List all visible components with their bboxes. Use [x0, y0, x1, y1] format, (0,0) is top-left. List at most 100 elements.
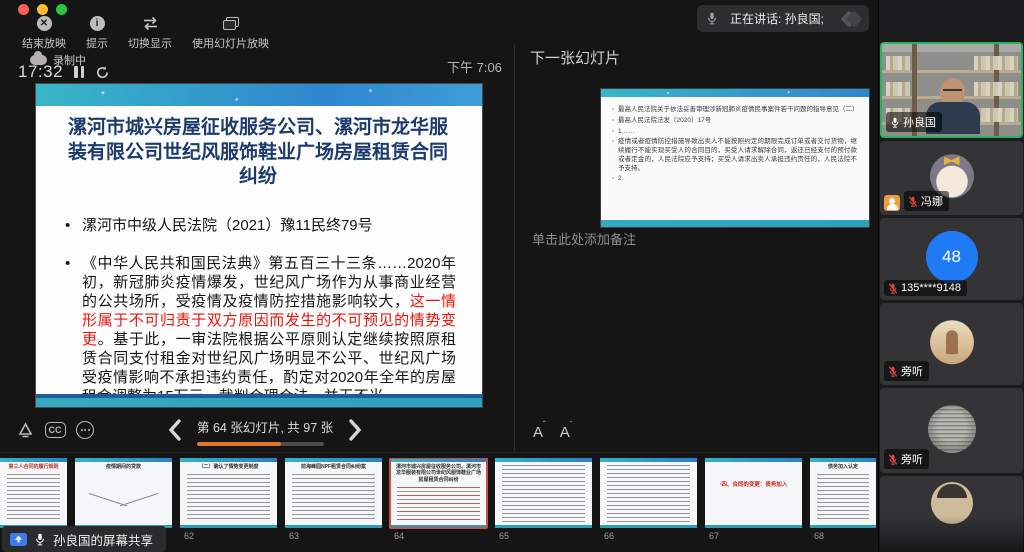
pause-recording-button[interactable]: [74, 66, 84, 78]
thumb-footer-bar: [390, 525, 487, 528]
filmstrip-thumbnail[interactable]: [495, 458, 592, 528]
filmstrip-thumbnail[interactable]: 漯河市城兴房屋征收服务公司、漯河市龙华服装有限公司世纪风服饰鞋业广场房屋租赁合同…: [390, 458, 487, 528]
thumb-slide-number: 63: [289, 531, 382, 541]
host-badge-icon: [884, 195, 900, 211]
filmstrip-thumbnail[interactable]: 第三人合同的履行规则: [0, 458, 67, 528]
filmstrip-item: 债务加入认定 68: [810, 458, 876, 541]
microphone-on-icon: [890, 117, 900, 128]
thumb-footer-bar: [285, 525, 382, 528]
swap-arrows-icon: [142, 15, 159, 32]
font-decrease-button[interactable]: Aˉ: [560, 424, 573, 441]
participant-name-pill: 旁听: [884, 361, 929, 381]
presenter-tools: CC: [14, 419, 96, 441]
notes-input[interactable]: 单击此处添加备注: [532, 229, 636, 248]
subtitles-button[interactable]: CC: [44, 419, 66, 441]
preview-footer-bar: [601, 220, 869, 227]
thumb-text-lines: [187, 474, 270, 522]
tips-button[interactable]: i 提示: [86, 15, 108, 51]
thumb-text-lines: [292, 474, 375, 522]
filmstrip-thumbnail[interactable]: ·四、合同的变更：债务加入: [705, 458, 802, 528]
use-slideshow-button[interactable]: 使用幻灯片放映: [192, 15, 269, 51]
next-slide-button[interactable]: [349, 419, 362, 441]
previous-slide-button[interactable]: [168, 419, 181, 441]
filmstrip-divider: [0, 452, 878, 453]
zoom-window-button[interactable]: [56, 4, 67, 15]
restart-recording-button[interactable]: [95, 65, 110, 80]
participant-tile[interactable]: 旁听: [880, 388, 1023, 473]
preview-bullet: 1……: [610, 128, 857, 137]
avatar: [928, 405, 976, 453]
thumb-text-lines: [607, 465, 690, 522]
font-increase-button[interactable]: Aˆ: [533, 424, 546, 441]
filmstrip-item: 65: [495, 458, 592, 541]
font-increase-mark: ˆ: [543, 420, 546, 429]
recording-timer-row: 17:32: [18, 62, 110, 82]
screen-share-indicator[interactable]: 孙良国的屏幕共享: [2, 526, 166, 552]
minimize-window-button[interactable]: [37, 4, 48, 15]
close-window-button[interactable]: [18, 4, 29, 15]
participant-tile[interactable]: 48 135****9148: [880, 218, 1023, 300]
end-show-button[interactable]: ✕ 结束放映: [22, 15, 66, 51]
thumb-slide-number: 66: [604, 531, 697, 541]
info-icon: i: [89, 15, 106, 32]
preview-bullet: 2.: [610, 175, 857, 184]
participant-tile-speaker[interactable]: 孙良国: [880, 42, 1023, 138]
filmstrip-thumbnail[interactable]: 债务加入认定: [810, 458, 876, 528]
screen-share-icon: [10, 533, 27, 546]
thumb-title: 漯河市城兴房屋征收服务公司、漯河市龙华服装有限公司世纪风服饰鞋业广场房屋租赁合同…: [390, 462, 487, 484]
more-options-button[interactable]: [74, 419, 96, 441]
thumb-footer-bar: [180, 525, 277, 528]
microphone-muted-icon: [888, 283, 898, 294]
window-controls: [18, 4, 67, 15]
end-show-label: 结束放映: [22, 35, 66, 51]
thumb-title: 疫情期间的贷款: [75, 462, 172, 471]
current-slide: 漯河市城兴房屋征收服务公司、漯河市龙华服装有限公司世纪风服饰鞋业广场房屋租赁合同…: [35, 83, 483, 408]
bullet-text: 《中华人民共和国民法典》第五百三十三条……2020年初，新冠肺炎疫情爆发，世纪风…: [82, 255, 456, 310]
filmstrip-thumbnail[interactable]: 疫情期间的贷款: [75, 458, 172, 528]
thumb-slide-number: 65: [499, 531, 592, 541]
font-decrease-mark: ˉ: [570, 420, 573, 429]
meeting-logo: [843, 13, 860, 25]
slide-bullet-case-number: 漯河市中级人民法院（2021）豫11民终79号: [60, 216, 456, 235]
filmstrip-thumbnail[interactable]: [600, 458, 697, 528]
thumb-title: （二）确认了情势变更制度: [180, 462, 277, 471]
filmstrip-item: ·四、合同的变更：债务加入 67: [705, 458, 802, 541]
font-increase-label: A: [533, 424, 543, 441]
pointer-tool-button[interactable]: [14, 419, 36, 441]
slideshow-icon: [222, 15, 239, 32]
slide-footer-bar: [36, 394, 482, 407]
thumb-slide-number: 67: [709, 531, 802, 541]
slide-bullet-analysis: 《中华人民共和国民法典》第五百三十三条……2020年初，新冠肺炎疫情爆发，世纪风…: [60, 254, 456, 406]
participant-name: 135****9148: [901, 282, 961, 294]
tips-label: 提示: [86, 35, 108, 51]
slide-progress-bar: [197, 442, 324, 446]
slide-navigation: 第 64 张幻灯片, 共 97 张: [168, 417, 362, 446]
ellipsis-icon: [76, 421, 94, 439]
end-show-icon: ✕: [36, 15, 53, 32]
avatar: [930, 320, 974, 364]
use-slideshow-label: 使用幻灯片放映: [192, 35, 269, 51]
microphone-muted-icon: [908, 196, 918, 207]
next-slide-label: 下一张幻灯片: [530, 47, 620, 68]
preview-bullet: 最高人民法院关于依法妥善审理涉新冠肺炎疫情民事案件若干问题的指导意见（二）: [610, 106, 857, 115]
thumb-slide-number: 62: [184, 531, 277, 541]
filmstrip-thumbnail[interactable]: （二）确认了情势变更制度: [180, 458, 277, 528]
switch-display-label: 切换显示: [128, 35, 172, 51]
thumb-title: 前海峰园NPF租赁合同纠纷案: [285, 462, 382, 471]
slide-counter: 第 64 张幻灯片, 共 97 张: [197, 417, 333, 436]
participant-tile[interactable]: 旁听: [880, 303, 1023, 385]
thumb-text-lines: [502, 465, 585, 522]
participant-name-pill: 冯娜: [904, 191, 949, 211]
meeting-window: ✕ 结束放映 i 提示 切换显示 使用幻灯片放映 录制中 17:32: [0, 0, 1024, 552]
preview-header-bar: [601, 89, 869, 97]
thumb-footer-bar: [600, 525, 697, 528]
filmstrip-item: （二）确认了情势变更制度 62: [180, 458, 277, 541]
notes-font-controls: Aˆ Aˉ: [533, 424, 572, 441]
participant-name: 冯娜: [921, 193, 943, 209]
filmstrip-thumbnail[interactable]: 前海峰园NPF租赁合同纠纷案: [285, 458, 382, 528]
panel-divider: [514, 44, 515, 452]
avatar: 48: [926, 231, 978, 283]
participant-name-pill: 孙良国: [886, 112, 942, 132]
switch-display-button[interactable]: 切换显示: [128, 15, 172, 51]
participant-tile[interactable]: 冯娜: [880, 141, 1023, 215]
